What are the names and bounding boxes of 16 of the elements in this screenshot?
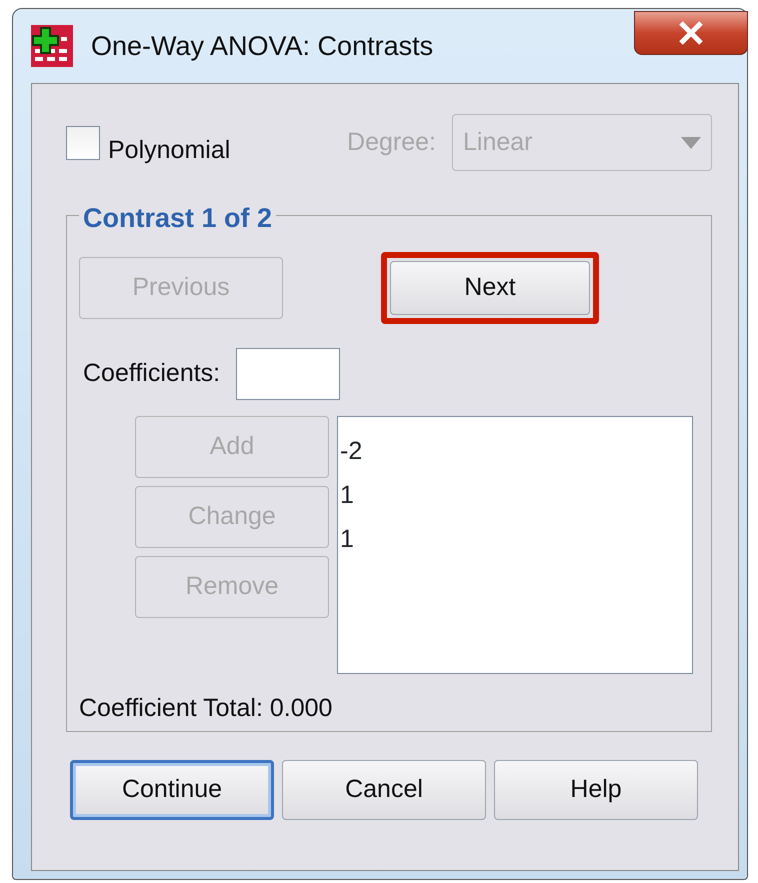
polynomial-checkbox[interactable] (66, 126, 100, 160)
coefficient-total: Coefficient Total: 0.000 (79, 693, 334, 724)
degree-label: Degree: (347, 126, 436, 158)
coefficients-label: Coefficients: (83, 358, 220, 390)
close-icon (678, 21, 704, 45)
dialog-button[interactable]: Cancel (282, 760, 486, 820)
close-button[interactable] (634, 11, 748, 55)
dialog-button[interactable]: Continue (70, 760, 274, 820)
coefficient-list[interactable]: -2 1 1 (337, 416, 693, 674)
checkbox-label: Polynomial (108, 134, 230, 166)
next-button[interactable]: Next (390, 261, 590, 315)
coefficients-input[interactable] (236, 348, 340, 400)
dialog-button[interactable]: Help (494, 760, 698, 820)
window-title: One-Way ANOVA: Contrasts (91, 30, 434, 63)
app-icon (31, 25, 73, 67)
dropdown-arrow-icon (681, 136, 701, 148)
